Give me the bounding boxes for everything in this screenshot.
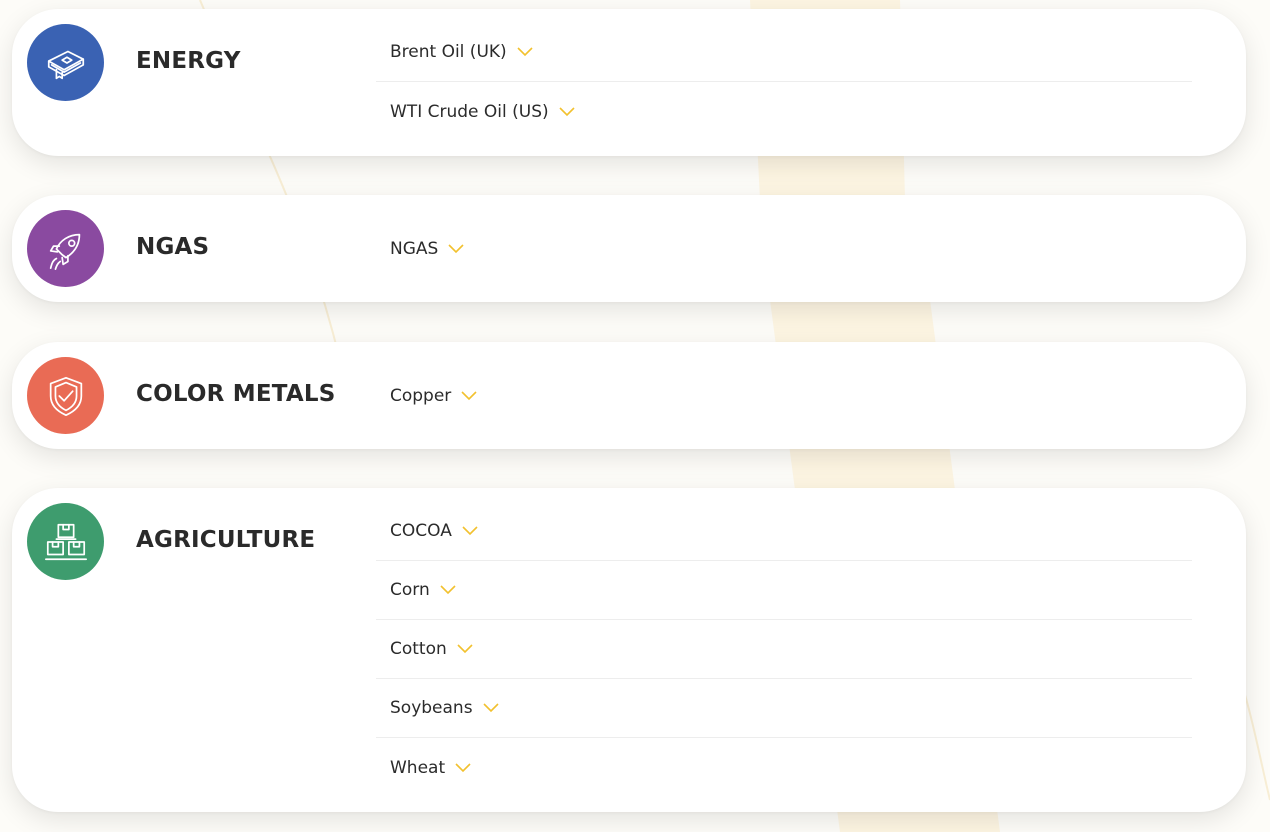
category-card-color-metals: COLOR METALS Copper [12,342,1246,449]
commodity-item-soybeans[interactable]: Soybeans [376,679,1192,738]
commodity-item-cotton[interactable]: Cotton [376,620,1192,679]
commodity-item-ngas[interactable]: NGAS [376,219,1192,278]
category-card-ngas: NGAS NGAS [12,195,1246,302]
commodity-label: COCOA [390,521,452,541]
chevron-down-icon [517,47,533,57]
category-card-agriculture: AGRICULTURE COCOA Corn Cotton Soybeans W… [12,488,1246,812]
chevron-down-icon [482,703,499,713]
commodity-list: Brent Oil (UK) WTI Crude Oil (US) [376,23,1192,141]
commodity-item-copper[interactable]: Copper [376,366,1192,425]
shield-check-icon [27,357,104,434]
book-icon [27,24,104,101]
chevron-down-icon [559,106,575,117]
commodity-item-cocoa[interactable]: COCOA [376,502,1192,561]
commodity-label: NGAS [390,238,439,259]
category-title: ENERGY [136,48,241,74]
commodity-label: Wheat [390,757,446,778]
chevron-down-icon [440,585,456,595]
chevron-down-icon [461,390,477,401]
commodity-label: Brent Oil (UK) [390,42,507,62]
commodity-list: COCOA Corn Cotton Soybeans Wheat [376,502,1192,797]
category-title: AGRICULTURE [136,527,316,553]
commodity-item-wti-crude-oil[interactable]: WTI Crude Oil (US) [376,82,1192,141]
chevron-down-icon [448,243,464,254]
commodity-item-wheat[interactable]: Wheat [376,738,1192,797]
commodity-label: Corn [390,580,430,600]
category-card-energy: ENERGY Brent Oil (UK) WTI Crude Oil (US) [12,9,1246,156]
commodity-list: Copper [376,366,1192,425]
rocket-icon [27,210,104,287]
chevron-down-icon [457,644,473,654]
category-title: NGAS [136,234,210,260]
commodity-item-brent-oil[interactable]: Brent Oil (UK) [376,23,1192,82]
commodity-list: NGAS [376,219,1192,278]
chevron-down-icon [455,762,471,773]
commodity-label: WTI Crude Oil (US) [390,101,549,122]
commodity-label: Cotton [390,639,447,659]
chevron-down-icon [462,526,478,536]
commodity-item-corn[interactable]: Corn [376,561,1192,620]
category-title: COLOR METALS [136,381,336,407]
commodity-label: Soybeans [390,698,473,718]
boxes-icon [27,503,104,580]
commodity-label: Copper [390,385,452,406]
